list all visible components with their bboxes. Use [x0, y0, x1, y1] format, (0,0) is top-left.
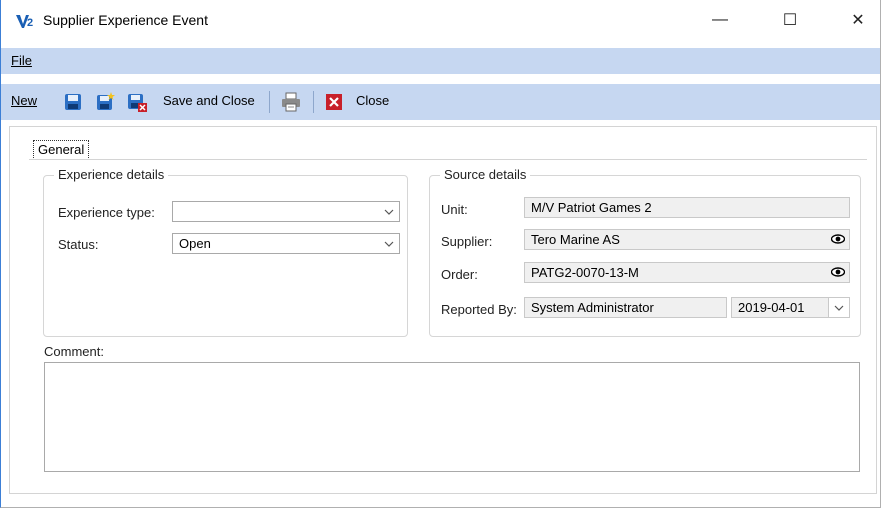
status-dropdown[interactable]: Open: [172, 233, 400, 254]
title-bar: 2 Supplier Experience Event — ☐ ✕: [1, 0, 880, 40]
save-close-icon[interactable]: [127, 92, 147, 112]
toolbar-separator: [313, 91, 314, 113]
close-icon[interactable]: [324, 92, 344, 112]
order-label: Order:: [441, 267, 478, 282]
reported-date-picker[interactable]: 2019-04-01: [731, 297, 850, 318]
file-menu-label: File: [11, 53, 32, 68]
menu-bar: File: [1, 48, 880, 74]
toolbar-separator: [269, 91, 270, 113]
new-button-label: New: [11, 93, 38, 108]
app-logo-icon: 2: [16, 15, 33, 29]
new-button[interactable]: New: [11, 93, 37, 108]
order-field: PATG2-0070-13-M: [524, 262, 850, 283]
status-label: Status:: [58, 237, 99, 252]
reported-by-label: Reported By:: [441, 302, 517, 317]
supplier-label: Supplier:: [441, 234, 493, 249]
supplier-field: Tero Marine AS: [524, 229, 850, 250]
supplier-value: Tero Marine AS: [531, 232, 620, 247]
source-details-title: Source details: [440, 167, 531, 182]
experience-type-label: Experience type:: [58, 205, 155, 220]
chevron-down-icon[interactable]: [379, 234, 399, 253]
eye-icon[interactable]: [831, 266, 845, 278]
unit-label: Unit:: [441, 202, 468, 217]
tab-general-label: General: [38, 142, 85, 157]
window: 2 Supplier Experience Event — ☐ ✕ File N…: [0, 0, 881, 508]
svg-text:2: 2: [27, 17, 33, 29]
save-and-close-button[interactable]: Save and Close: [163, 93, 255, 108]
close-button[interactable]: Close: [356, 93, 389, 108]
reported-by-value: System Administrator: [531, 300, 654, 315]
menu-file[interactable]: File: [11, 53, 32, 68]
save-and-close-label: Save and Close: [163, 93, 255, 108]
order-value: PATG2-0070-13-M: [531, 265, 639, 280]
close-button-label: Close: [356, 93, 390, 108]
toolbar: New Save and Close Close: [1, 84, 880, 120]
print-icon[interactable]: [281, 92, 301, 112]
tab-general[interactable]: General: [33, 140, 90, 160]
experience-type-dropdown[interactable]: [172, 201, 400, 222]
unit-field: M/V Patriot Games 2: [524, 197, 850, 218]
reported-date-value: 2019-04-01: [738, 300, 805, 315]
experience-details-title: Experience details: [54, 167, 169, 182]
comment-label: Comment:: [44, 344, 104, 359]
close-window-button[interactable]: ✕: [835, 0, 881, 40]
window-title: Supplier Experience Event: [43, 12, 208, 28]
comment-textarea[interactable]: [44, 362, 860, 472]
maximize-button[interactable]: ☐: [767, 0, 813, 40]
eye-icon[interactable]: [831, 233, 845, 245]
chevron-down-icon[interactable]: [379, 202, 399, 221]
chevron-down-icon[interactable]: [828, 298, 849, 317]
experience-details-group: Experience details: [43, 167, 408, 337]
unit-value: M/V Patriot Games 2: [531, 200, 652, 215]
status-value: Open: [179, 236, 211, 251]
save-new-icon[interactable]: [95, 92, 115, 112]
tab-strip-line: [29, 159, 867, 160]
save-icon[interactable]: [63, 92, 83, 112]
reported-by-field: System Administrator: [524, 297, 727, 318]
minimize-button[interactable]: —: [697, 0, 743, 40]
